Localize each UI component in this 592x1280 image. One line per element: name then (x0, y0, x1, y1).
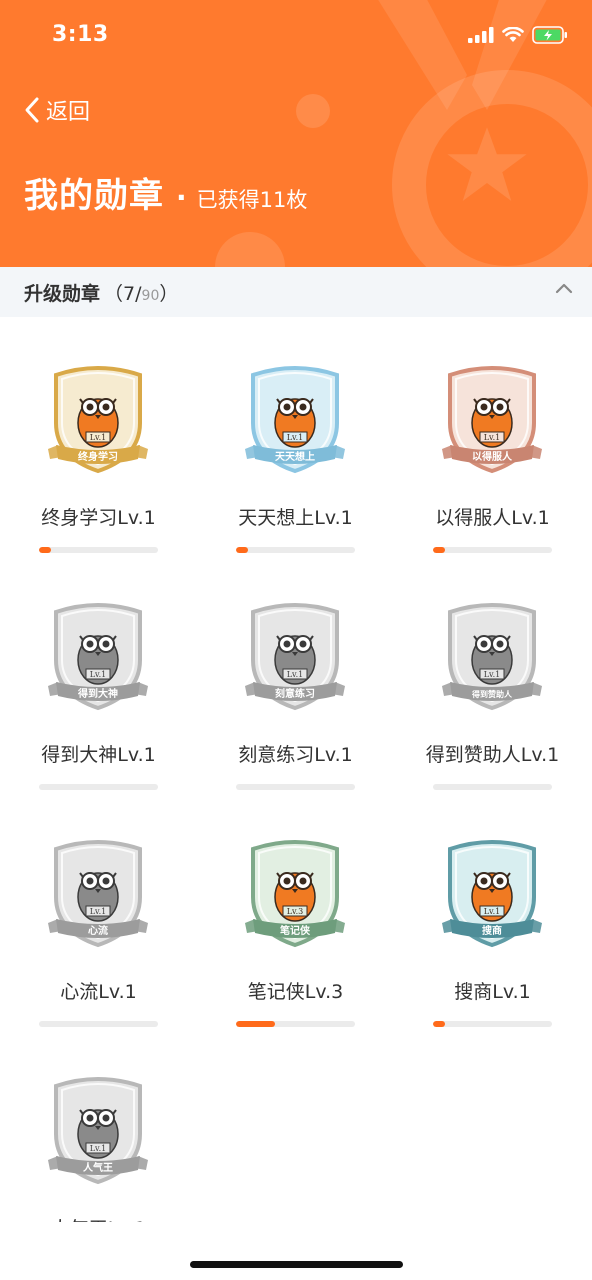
status-time: 3:13 (52, 22, 109, 47)
svg-text:天天想上: 天天想上 (275, 450, 315, 463)
badge-progress (433, 547, 552, 553)
svg-text:Lv.1: Lv.1 (287, 433, 304, 442)
badge-name: 得到赞助人Lv.1 (425, 744, 560, 766)
badge-owl-icon: Lv.1 以得服人 (442, 361, 542, 479)
badge-owl-icon: Lv.1 得到赞助人 (442, 598, 542, 716)
svg-text:得到赞助人: 得到赞助人 (471, 689, 513, 699)
badge-owl-icon: Lv.1 得到大神 (48, 598, 148, 716)
svg-text:Lv.3: Lv.3 (287, 907, 304, 916)
svg-text:Lv.1: Lv.1 (484, 670, 501, 679)
badge-progress-fill (39, 547, 51, 553)
svg-text:Lv.1: Lv.1 (90, 907, 107, 916)
count-earned: 7/ (123, 282, 142, 305)
svg-text:笔记侠: 笔记侠 (280, 924, 311, 937)
earned-count: 已获得11枚 (196, 188, 308, 212)
svg-text:刻意练习: 刻意练习 (275, 687, 315, 700)
badge-progress (236, 547, 355, 553)
title-row: 我的勋章 · 已获得11枚 (24, 168, 307, 217)
svg-text:心流: 心流 (88, 924, 108, 937)
badge-owl-icon: Lv.1 天天想上 (245, 361, 345, 479)
badge-progress (433, 1021, 552, 1027)
badge-item[interactable]: Lv.1 心流 心流Lv.1 (0, 791, 197, 1028)
badge-progress (39, 784, 158, 790)
paren-open: （ (104, 282, 124, 305)
badge-item[interactable]: Lv.3 笔记侠 笔记侠Lv.3 (197, 791, 394, 1028)
star-decoration-icon (447, 127, 527, 201)
badge-name: 笔记侠Lv.3 (247, 981, 344, 1003)
medal-decoration (392, 70, 592, 267)
badge-name: 人气王Lv.1 (0, 1214, 197, 1222)
svg-text:Lv.1: Lv.1 (287, 670, 304, 679)
svg-text:Lv.1: Lv.1 (90, 433, 107, 442)
section-count: （7/90） (104, 279, 178, 306)
badge-progress (39, 547, 158, 553)
badge-progress (236, 784, 355, 790)
badge-name: 心流Lv.1 (60, 981, 137, 1003)
count-total: 90 (141, 287, 160, 304)
badge-item[interactable]: Lv.1 得到赞助人 得到赞助人Lv.1 (394, 554, 591, 791)
svg-text:终身学习: 终身学习 (78, 450, 118, 463)
badge-item[interactable]: Lv.1 以得服人 以得服人Lv.1 (394, 317, 591, 554)
badge-owl-icon: Lv.1 搜商 (442, 835, 542, 953)
wifi-icon (502, 27, 524, 42)
paren-close: ） (159, 282, 179, 305)
badge-item[interactable]: Lv.1 终身学习 终身学习Lv.1 (0, 317, 197, 554)
battery-charging-icon (532, 26, 567, 44)
badge-item[interactable]: Lv.1 刻意练习 刻意练习Lv.1 (197, 554, 394, 791)
badge-progress (433, 784, 552, 790)
svg-text:搜商: 搜商 (482, 924, 502, 937)
badge-progress (236, 1021, 355, 1027)
chevron-left-icon (25, 97, 39, 123)
chevron-up-icon[interactable] (552, 277, 576, 301)
status-icons (468, 26, 568, 44)
back-button[interactable]: 返回 (24, 94, 90, 126)
dot-decoration (296, 94, 330, 128)
svg-text:以得服人: 以得服人 (472, 450, 513, 463)
home-indicator[interactable] (190, 1261, 403, 1268)
dot-decoration (215, 232, 285, 267)
badge-item[interactable]: Lv.1 得到大神 得到大神Lv.1 (0, 554, 197, 791)
status-bar: 3:13 (0, 0, 592, 72)
badge-item[interactable]: Lv.1 天天想上 天天想上Lv.1 (197, 317, 394, 554)
badge-name: 以得服人Lv.1 (435, 507, 550, 529)
header: 3:13 返回 我的勋章 · 已获得11枚 (0, 0, 592, 267)
section-title: 升级勋章 (24, 282, 101, 305)
badge-owl-icon: Lv.1 心流 (48, 835, 148, 953)
badge-progress-fill (236, 547, 248, 553)
svg-text:人气王: 人气王 (83, 1161, 113, 1174)
section-header-upgrade-badges[interactable]: 升级勋章 （7/90） (0, 267, 592, 317)
badge-progress-fill (236, 1021, 276, 1027)
badge-name: 天天想上Lv.1 (238, 507, 353, 529)
svg-text:得到大神: 得到大神 (77, 687, 118, 700)
badge-owl-icon: Lv.1 人气王 (48, 1072, 148, 1190)
signal-icon (468, 27, 494, 43)
badge-progress-fill (433, 1021, 445, 1027)
svg-text:Lv.1: Lv.1 (90, 670, 107, 679)
badge-progress-fill (433, 547, 445, 553)
badge-owl-icon: Lv.1 终身学习 (48, 361, 148, 479)
badge-item[interactable]: Lv.1 搜商 搜商Lv.1 (394, 791, 591, 1028)
svg-text:Lv.1: Lv.1 (90, 1144, 107, 1153)
badge-name: 刻意练习Lv.1 (238, 744, 353, 766)
badge-item[interactable]: Lv.1 人气王 人气王Lv.1 (0, 1028, 197, 1222)
svg-text:Lv.1: Lv.1 (484, 433, 501, 442)
page-title: 我的勋章 (24, 176, 164, 216)
badge-progress (39, 1021, 158, 1027)
badge-owl-icon: Lv.3 笔记侠 (245, 835, 345, 953)
title-separator: · (176, 181, 187, 214)
badge-name: 搜商Lv.1 (454, 981, 531, 1003)
badge-grid: Lv.1 终身学习 终身学习Lv.1 Lv.1 天天想上 天天想上Lv.1 Lv… (0, 317, 592, 1222)
badge-owl-icon: Lv.1 刻意练习 (245, 598, 345, 716)
badge-name: 得到大神Lv.1 (41, 744, 156, 766)
svg-text:Lv.1: Lv.1 (484, 907, 501, 916)
badge-name: 终身学习Lv.1 (41, 507, 156, 529)
back-label: 返回 (46, 100, 91, 125)
